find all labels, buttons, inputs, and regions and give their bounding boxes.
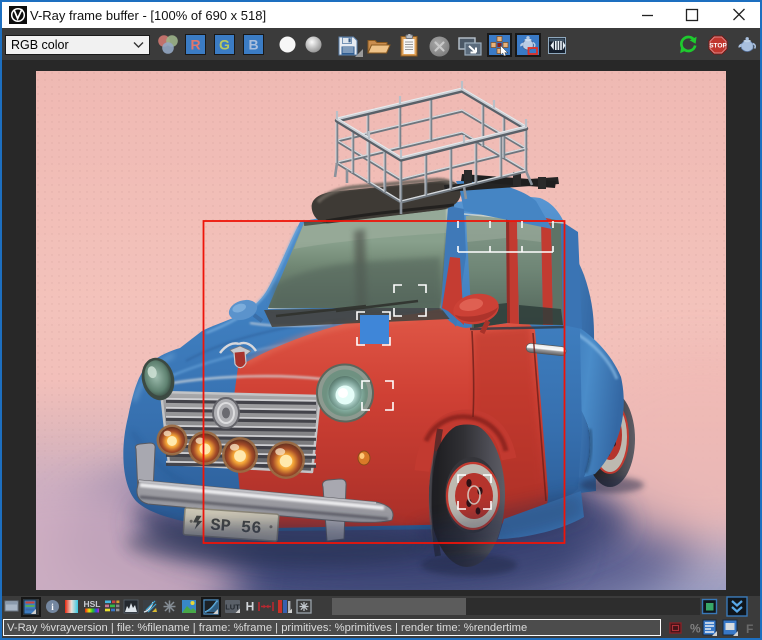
svg-text:R: R xyxy=(190,37,200,53)
svg-text:G: G xyxy=(219,37,230,53)
svg-text:F: F xyxy=(746,622,753,636)
svg-text:HSL: HSL xyxy=(84,599,101,609)
svg-text:STOP: STOP xyxy=(709,43,727,50)
svg-text:B: B xyxy=(248,37,258,53)
svg-text:LUT: LUT xyxy=(225,603,240,612)
svg-text:%: % xyxy=(690,622,701,636)
svg-text:H: H xyxy=(246,600,255,614)
